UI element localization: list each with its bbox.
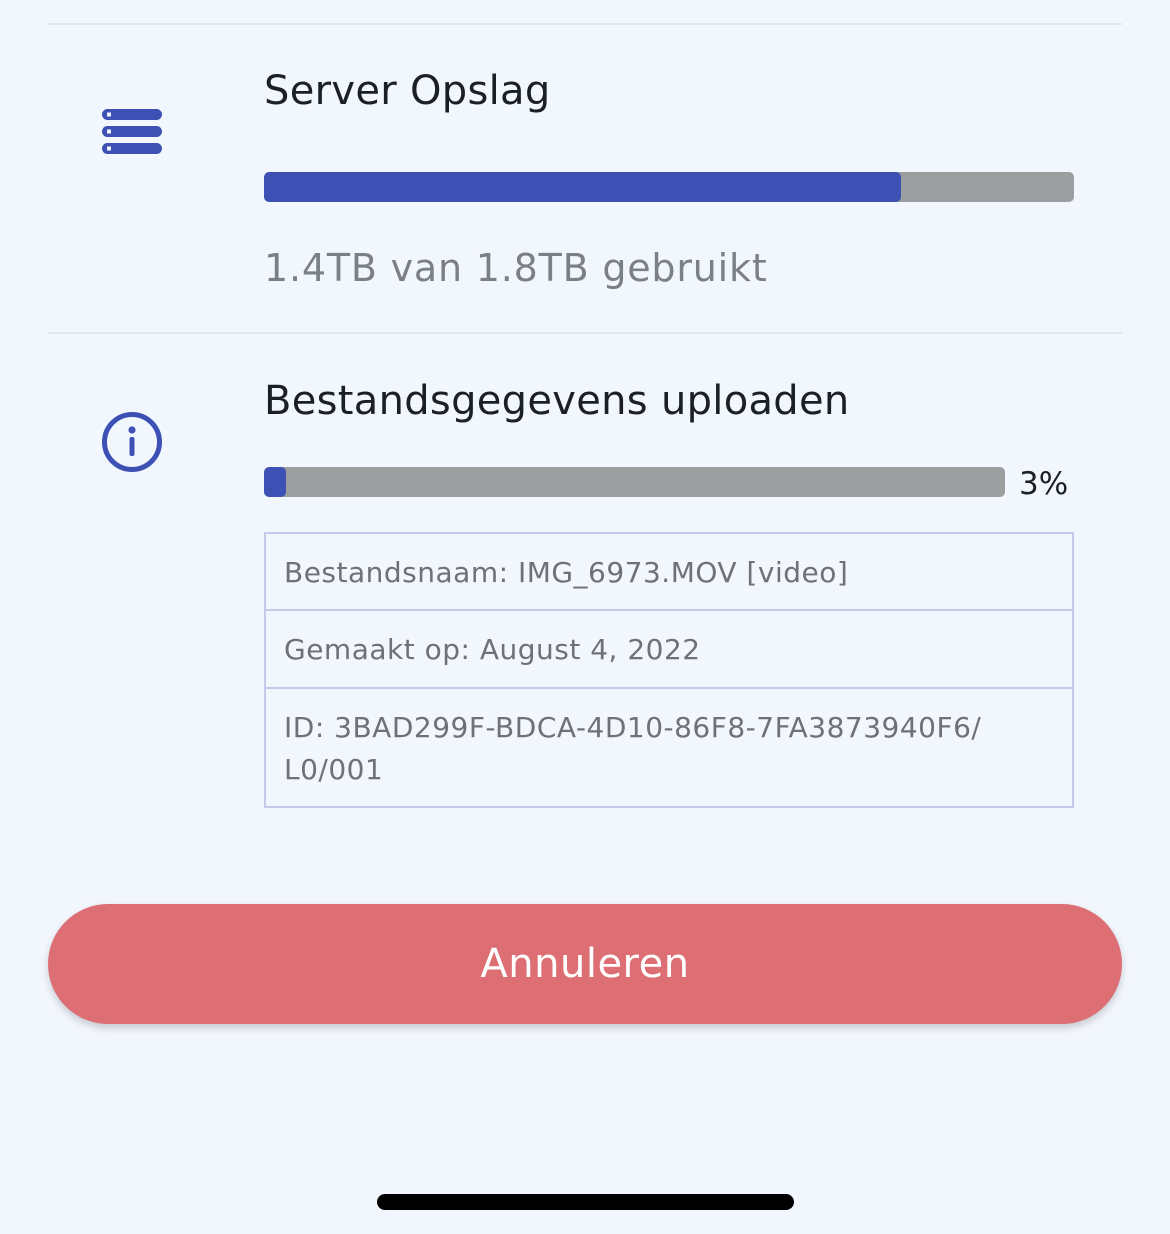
storage-usage-text: 1.4TB van 1.8TB gebruikt (264, 246, 768, 290)
top-divider (48, 23, 1122, 25)
upload-progress-fill (264, 467, 287, 497)
section-divider (48, 332, 1122, 334)
file-id-row: ID: 3BAD299F-BDCA-4D10-86F8-7FA3873940F6… (284, 711, 982, 786)
created-date-row: Gemaakt op: August 4, 2022 (266, 611, 1072, 689)
storage-title: Server Opslag (264, 68, 551, 114)
cancel-button[interactable]: Annuleren (48, 904, 1122, 1024)
storage-progress-bar (264, 172, 1074, 202)
upload-percent-label: 3% (1019, 466, 1069, 502)
upload-progress-bar (264, 467, 1005, 497)
upload-title: Bestandsgegevens uploaden (264, 378, 850, 424)
file-details-table: Bestandsnaam: IMG_6973.MOV [video] Gemaa… (264, 532, 1074, 808)
file-name-row: Bestandsnaam: IMG_6973.MOV [video] (266, 534, 1072, 611)
server-icon (100, 100, 164, 164)
home-indicator[interactable] (377, 1194, 794, 1210)
info-icon (100, 410, 164, 474)
storage-progress-fill (264, 172, 902, 202)
